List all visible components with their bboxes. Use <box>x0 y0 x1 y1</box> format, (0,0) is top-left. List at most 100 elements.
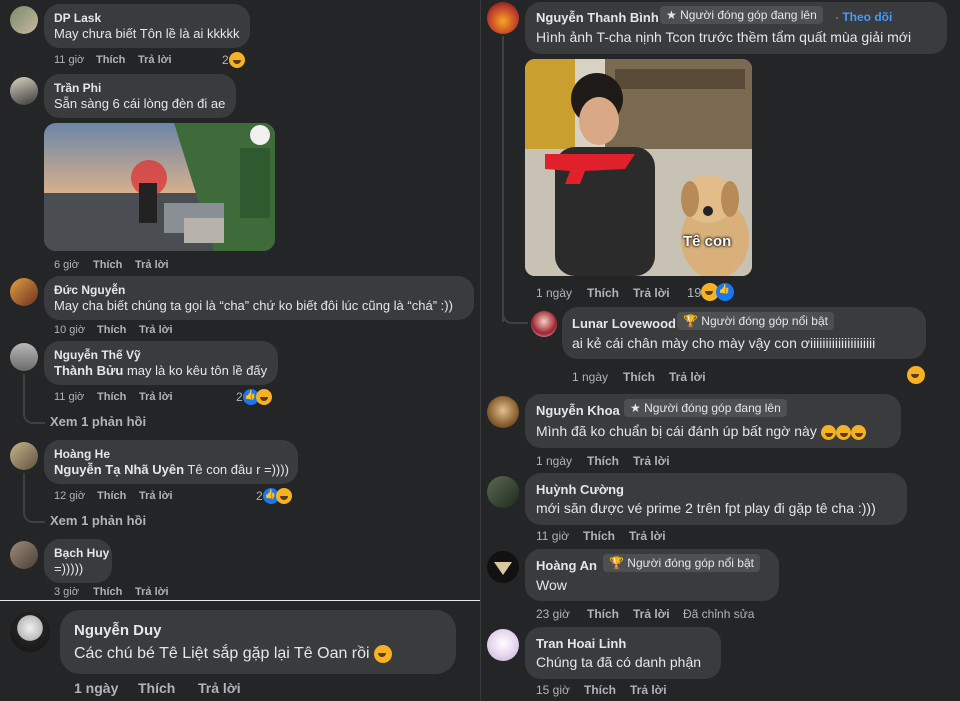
reaction-summary[interactable]: 19 <box>687 283 735 301</box>
like-button[interactable]: Thích <box>97 324 126 336</box>
contributor-badge: ★ Người đóng góp đang lên <box>660 6 823 24</box>
comment-text: Wow <box>536 577 567 593</box>
badge-label: Người đóng góp đang lên <box>644 401 781 415</box>
commenter-name[interactable]: Lunar Lovewood <box>572 316 676 331</box>
reply-button[interactable]: Trả lời <box>135 259 169 271</box>
commenter-name[interactable]: Bạch Huy <box>54 546 109 560</box>
badge-label: Người đóng góp nổi bật <box>627 556 754 570</box>
avatar[interactable] <box>487 551 519 583</box>
mention-link[interactable]: Nguyễn Tạ Nhã Uyên <box>54 462 184 477</box>
comment-time[interactable]: 11 giờ <box>536 529 569 543</box>
like-button[interactable]: Thích <box>623 370 655 384</box>
edited-label[interactable]: Đã chỉnh sửa <box>683 607 754 621</box>
reply-button[interactable]: Trả lời <box>139 490 173 502</box>
follow-button[interactable]: Theo dõi <box>842 10 892 24</box>
avatar[interactable] <box>10 343 38 371</box>
reaction-count: 2 <box>256 489 263 503</box>
commenter-name[interactable]: Nguyễn Thanh Bình <box>536 10 659 25</box>
like-button[interactable]: Thích <box>587 454 619 468</box>
reply-button[interactable]: Trả lời <box>630 683 667 697</box>
view-replies-link[interactable]: Xem 1 phản hồi <box>50 513 146 528</box>
comment-time[interactable]: 15 giờ <box>536 683 570 697</box>
comment-image[interactable] <box>44 123 275 251</box>
reply-button[interactable]: Trả lời <box>633 607 670 621</box>
like-button[interactable]: Thích <box>93 586 122 598</box>
mention-link[interactable]: Thành Bửu <box>54 363 123 378</box>
avatar[interactable] <box>10 612 50 652</box>
comment-time[interactable]: 12 giờ <box>54 490 85 502</box>
commenter-name[interactable]: DP Lask <box>54 11 101 25</box>
like-button[interactable]: Thích <box>93 259 122 271</box>
like-button[interactable]: Thích <box>587 286 619 300</box>
avatar[interactable] <box>10 541 38 569</box>
comment-time[interactable]: 1 ngày <box>572 370 608 384</box>
avatar[interactable] <box>487 476 519 508</box>
reaction-count: 2 <box>222 53 229 67</box>
reaction-summary[interactable]: 2 <box>256 488 292 504</box>
avatar[interactable] <box>531 311 557 337</box>
comment-time[interactable]: 23 giờ <box>536 607 570 621</box>
comment-time[interactable]: 10 giờ <box>54 324 85 336</box>
commenter-name[interactable]: Nguyễn Thế Vỹ <box>54 348 141 362</box>
commenter-name[interactable]: Nguyễn Duy <box>74 622 162 639</box>
commenter-name[interactable]: Đức Nguyễn <box>54 283 125 297</box>
comment-time[interactable]: 11 giờ <box>54 54 84 66</box>
badge-label: Người đóng góp nổi bật <box>701 314 828 328</box>
reply-button[interactable]: Trả lời <box>198 680 241 696</box>
commenter-name[interactable]: Hoàng He <box>54 447 110 461</box>
comment-time[interactable]: 1 ngày <box>536 286 572 300</box>
reaction-summary[interactable]: 2 <box>222 52 245 68</box>
comment-bubble <box>525 627 721 679</box>
reply-button[interactable]: Trả lời <box>629 529 666 543</box>
commenter-name[interactable]: Nguyễn Khoa <box>536 403 620 418</box>
comment-text: Hình ảnh T-cha nịnh Tcon trước thềm tẩm … <box>536 29 912 45</box>
reply-button[interactable]: Trả lời <box>139 324 173 336</box>
comment-time[interactable]: 1 ngày <box>74 680 118 696</box>
like-button[interactable]: Thích <box>583 529 615 543</box>
like-button[interactable]: Thích <box>138 680 175 696</box>
like-button[interactable]: Thích <box>96 54 125 66</box>
crying-emoji-icon <box>820 424 836 440</box>
reply-button[interactable]: Trả lời <box>633 286 670 300</box>
reply-button[interactable]: Trả lời <box>669 370 706 384</box>
like-button[interactable]: Thích <box>97 391 126 403</box>
reaction-count: 2 <box>236 390 243 404</box>
commenter-name[interactable]: Huỳnh Cường <box>536 482 624 497</box>
comment-text: =))))) <box>54 561 84 576</box>
commenter-name[interactable]: Hoàng An <box>536 558 597 573</box>
reply-button[interactable]: Trả lời <box>139 391 173 403</box>
commenter-name[interactable]: Tran Hoai Linh <box>536 636 626 651</box>
comment-text: May cha biết chúng ta gọi là “cha” chứ k… <box>54 298 453 313</box>
vertical-divider <box>480 0 481 701</box>
comment-body: Các chú bé Tê Liệt sắp gặp lại Tê Oan rồ… <box>74 645 370 663</box>
reply-thread-line <box>502 36 504 322</box>
comment-time[interactable]: 6 giờ <box>54 259 79 271</box>
commenter-name[interactable]: Trần Phi <box>54 81 101 95</box>
comment-time[interactable]: 3 giờ <box>54 586 79 598</box>
avatar[interactable] <box>487 629 519 661</box>
reply-button[interactable]: Trả lời <box>135 586 169 598</box>
avatar[interactable] <box>10 77 38 105</box>
avatar[interactable] <box>10 6 38 34</box>
view-replies-link[interactable]: Xem 1 phản hồi <box>50 414 146 429</box>
star-icon: ★ <box>666 8 677 22</box>
reaction-summary[interactable]: 2 <box>236 389 272 405</box>
comment-bubble <box>60 610 456 674</box>
avatar[interactable] <box>10 442 38 470</box>
reply-button[interactable]: Trả lời <box>138 54 172 66</box>
comment-image[interactable]: Tê con <box>525 59 752 276</box>
like-button[interactable]: Thích <box>97 490 126 502</box>
like-button[interactable]: Thích <box>584 683 616 697</box>
comment-time[interactable]: 11 giờ <box>54 391 84 403</box>
crying-emoji-icon <box>850 424 866 440</box>
comment-time[interactable]: 1 ngày <box>536 454 572 468</box>
follow-area: · Theo dõi <box>835 10 893 24</box>
avatar[interactable] <box>487 2 519 34</box>
comment-text: Mình đã ko chuẩn bị cái đánh úp bất ngờ … <box>536 423 866 440</box>
haha-reaction-icon[interactable] <box>907 366 925 384</box>
avatar[interactable] <box>487 396 519 428</box>
reply-button[interactable]: Trả lời <box>633 454 670 468</box>
avatar[interactable] <box>10 278 38 306</box>
like-button[interactable]: Thích <box>587 607 619 621</box>
comment-body: Tê con đâu r =)))) <box>184 462 289 477</box>
